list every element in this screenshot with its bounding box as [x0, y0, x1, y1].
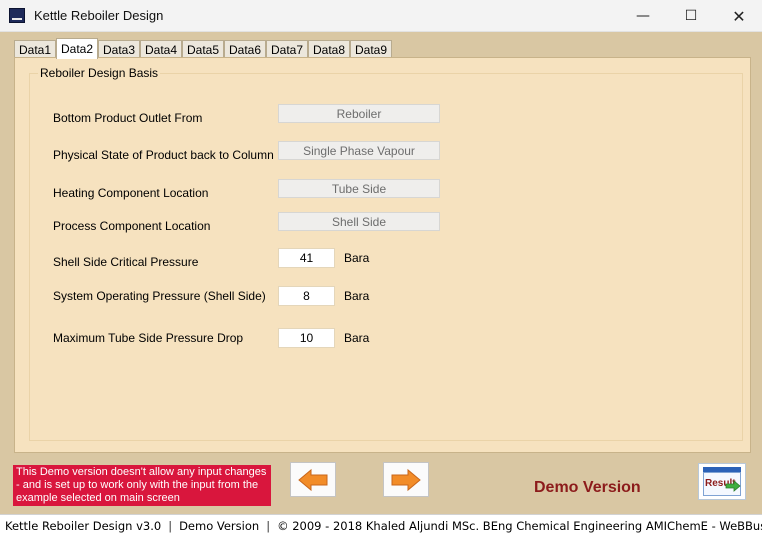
shell-side-critical-pressure-label: Shell Side Critical Pressure	[53, 255, 199, 269]
tab-data5[interactable]: Data5	[182, 40, 224, 58]
tab-data9[interactable]: Data9	[350, 40, 392, 58]
window-title: Kettle Reboiler Design	[34, 8, 164, 23]
process-component-location-label: Process Component Location	[53, 219, 211, 233]
max-tube-side-pressure-drop-unit: Bara	[344, 331, 370, 345]
maximize-button[interactable]: ☐	[668, 0, 714, 32]
left-arrow-icon	[298, 468, 328, 491]
system-operating-pressure-input[interactable]: 8	[278, 286, 335, 306]
tab-data2[interactable]: Data2	[56, 38, 98, 59]
app-icon	[9, 8, 25, 23]
next-button[interactable]	[383, 462, 429, 497]
shell-side-critical-pressure-input[interactable]: 41	[278, 248, 335, 268]
result-arrow-icon	[725, 480, 741, 492]
tab-data4[interactable]: Data4	[140, 40, 182, 58]
status-separator: |	[266, 518, 271, 533]
status-edition: Demo Version	[179, 518, 260, 533]
bottom-product-outlet-field: Reboiler	[278, 104, 440, 123]
demo-version-label: Demo Version	[534, 479, 641, 496]
title-bar: Kettle Reboiler Design — ☐ ✕	[0, 0, 762, 32]
result-button[interactable]: Result	[698, 463, 746, 500]
maximize-icon: ☐	[684, 8, 698, 24]
close-button[interactable]: ✕	[716, 0, 762, 32]
close-icon: ✕	[732, 6, 746, 26]
previous-button[interactable]	[290, 462, 336, 497]
bottom-product-outlet-label: Bottom Product Outlet From	[53, 111, 203, 125]
heating-component-location-label: Heating Component Location	[53, 186, 209, 200]
group-title: Reboiler Design Basis	[38, 66, 161, 80]
status-separator: |	[168, 518, 173, 533]
physical-state-field: Single Phase Vapour	[278, 141, 440, 160]
status-copyright: © 2009 - 2018 Khaled Aljundi MSc. BEng C…	[277, 518, 762, 533]
reboiler-design-basis-group: Reboiler Design Basis Bottom Product Out…	[29, 66, 743, 441]
minimize-icon: —	[636, 8, 650, 24]
tab-panel-data2: Reboiler Design Basis Bottom Product Out…	[14, 57, 751, 453]
tab-data6[interactable]: Data6	[224, 40, 266, 58]
tab-data3[interactable]: Data3	[98, 40, 140, 58]
max-tube-side-pressure-drop-label: Maximum Tube Side Pressure Drop	[53, 331, 244, 345]
status-bar: Kettle Reboiler Design v3.0 | Demo Versi…	[0, 514, 762, 536]
heating-component-location-field: Tube Side	[278, 179, 440, 198]
system-operating-pressure-unit: Bara	[344, 289, 370, 303]
physical-state-label: Physical State of Product back to Column	[53, 148, 274, 162]
tab-data1[interactable]: Data1	[14, 40, 56, 58]
right-arrow-icon	[391, 468, 421, 491]
tab-data8[interactable]: Data8	[308, 40, 350, 58]
system-operating-pressure-label: System Operating Pressure (Shell Side)	[53, 289, 266, 303]
tab-data7[interactable]: Data7	[266, 40, 308, 58]
process-component-location-field: Shell Side	[278, 212, 440, 231]
max-tube-side-pressure-drop-input[interactable]: 10	[278, 328, 335, 348]
demo-note: This Demo version doesn't allow any inpu…	[13, 465, 271, 506]
shell-side-critical-pressure-unit: Bara	[344, 251, 370, 265]
status-app-version: Kettle Reboiler Design v3.0	[5, 518, 162, 533]
minimize-button[interactable]: —	[620, 0, 666, 32]
